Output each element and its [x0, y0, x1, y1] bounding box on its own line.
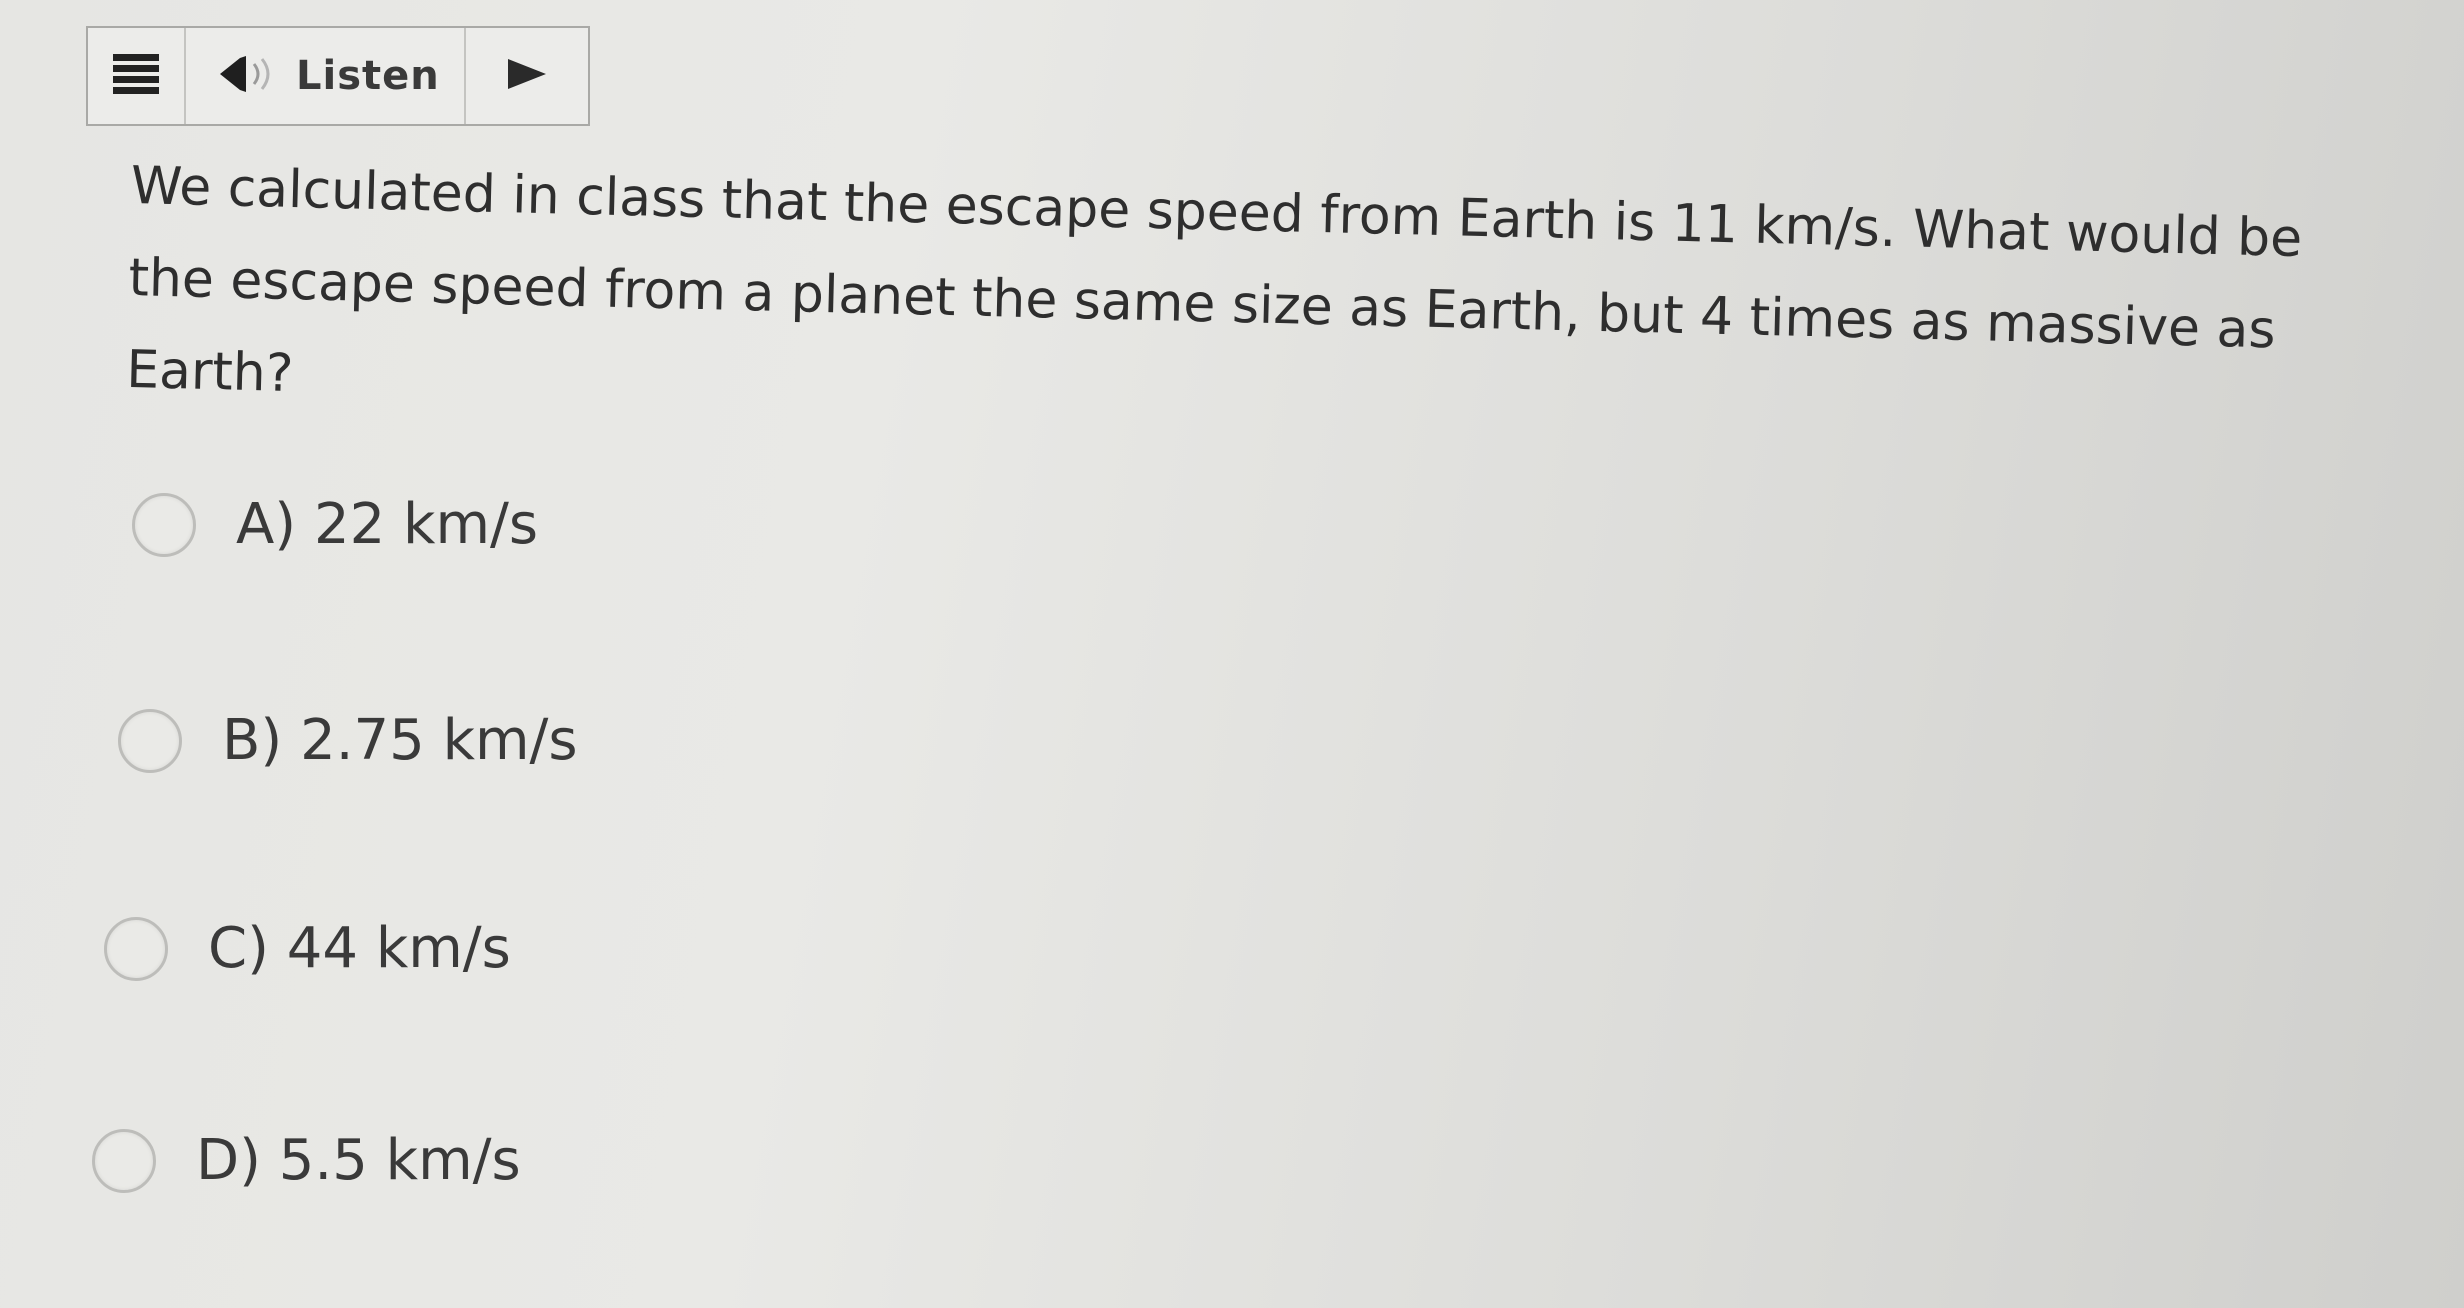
toolbar-menu-button[interactable] [88, 28, 186, 124]
speaker-icon [216, 54, 278, 98]
listen-label: Listen [296, 53, 440, 99]
option-d-radio[interactable] [92, 1128, 156, 1193]
option-d-label: D) 5.5 km/s [196, 1128, 521, 1193]
option-b[interactable]: B) 2.75 km/s [118, 708, 578, 773]
option-b-label: B) 2.75 km/s [222, 708, 578, 773]
option-a-radio[interactable] [132, 492, 196, 557]
question-text: We calculated in class that the escape s… [125, 155, 2303, 405]
play-icon [506, 57, 548, 95]
listen-toolbar: Listen [86, 26, 590, 126]
option-b-radio[interactable] [118, 708, 182, 773]
option-c-label: C) 44 km/s [208, 916, 511, 981]
play-button[interactable] [466, 28, 588, 124]
hamburger-icon [113, 54, 159, 98]
listen-button[interactable]: Listen [186, 28, 466, 124]
option-d[interactable]: D) 5.5 km/s [92, 1128, 521, 1193]
option-a[interactable]: A) 22 km/s [132, 492, 538, 557]
option-a-label: A) 22 km/s [236, 492, 539, 557]
option-c[interactable]: C) 44 km/s [104, 916, 511, 981]
option-c-radio[interactable] [104, 916, 168, 981]
